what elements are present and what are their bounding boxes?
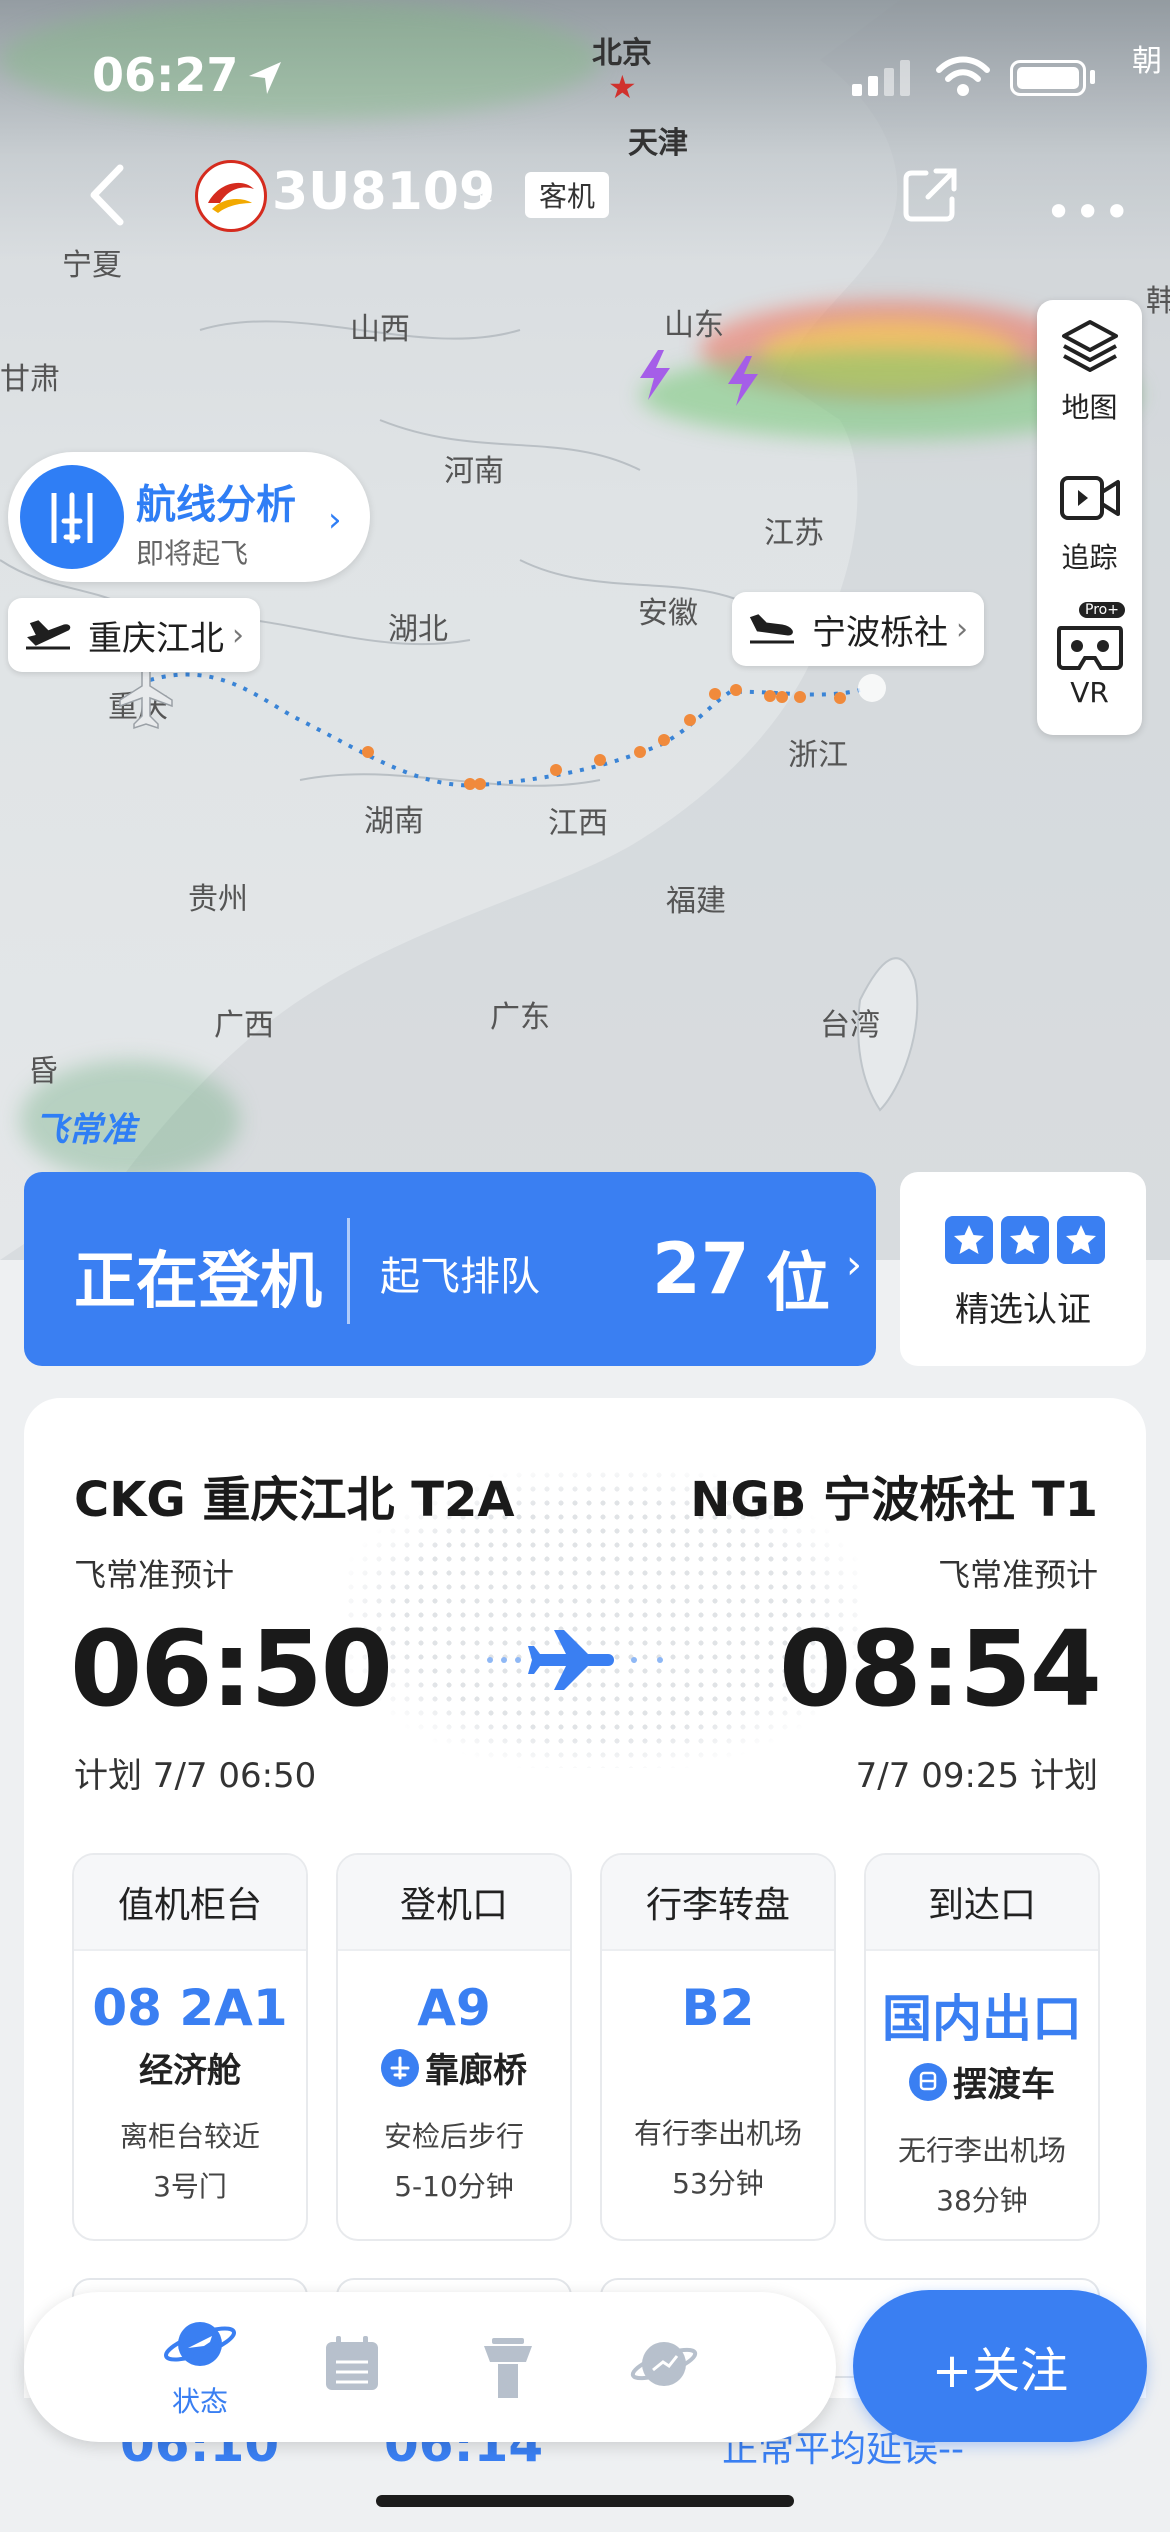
departure-airport[interactable]: CKG 重庆江北 T2A — [74, 1460, 515, 1530]
video-camera-icon — [1059, 476, 1120, 520]
arrival-time-source: 飞常准预计 — [937, 1556, 1098, 1594]
info-box-header: 值机柜台 — [74, 1855, 306, 1951]
info-note: 3号门 — [153, 2170, 227, 2203]
arrival-airport[interactable]: NGB 宁波栎社 T1 — [690, 1460, 1098, 1530]
location-arrow-icon — [249, 62, 281, 94]
chevron-right-icon: › — [956, 611, 968, 647]
arrival-exit-value: 国内出口 — [882, 1990, 1082, 2048]
track-label: 追踪 — [1061, 541, 1118, 574]
follow-button[interactable]: +关注 — [853, 2290, 1147, 2442]
tab-status-label: 状态 — [171, 2385, 228, 2418]
info-note: 5-10分钟 — [394, 2170, 514, 2203]
star-icon — [1001, 1216, 1049, 1264]
star-icon — [945, 1216, 993, 1264]
vr-button[interactable]: Pro+ VR — [1037, 602, 1142, 709]
boarding-status-banner[interactable]: 正在登机 起飞排队 27 位 › — [24, 1172, 876, 1366]
flight-status: 正在登机 — [74, 1244, 323, 1317]
pro-badge: Pro+ — [1079, 602, 1125, 618]
departure-tag-label: 重庆江北 — [88, 618, 224, 659]
airplane-icon — [487, 1630, 663, 1690]
gate-value: A9 — [417, 1979, 491, 2037]
info-box-header: 行李转盘 — [602, 1855, 834, 1951]
calendar-icon — [326, 2336, 378, 2390]
route-analysis-title: 航线分析 — [136, 482, 296, 528]
track-button[interactable]: 追踪 — [1037, 470, 1142, 576]
info-box-header: 到达口 — [866, 1855, 1098, 1951]
certification-card[interactable]: 精选认证 — [900, 1172, 1146, 1366]
baggage-carousel-box[interactable]: 行李转盘 B2 有行李出机场 53分钟 — [600, 1853, 836, 2241]
map-layers-label: 地图 — [1061, 391, 1118, 424]
info-note: 53分钟 — [672, 2167, 764, 2200]
checkin-counter-box[interactable]: 值机柜台 08 2A1 经济舱 离柜台较近 3号门 — [72, 1853, 308, 2241]
arrival-airport-tag[interactable]: 宁波栎社 › — [732, 592, 984, 666]
boarding-method: 靠廊桥 — [425, 2051, 527, 2091]
arrival-time: 08:54 — [778, 1608, 1102, 1730]
airline-logo — [195, 160, 267, 232]
map-layers-button[interactable]: 地图 — [1037, 316, 1142, 426]
arrival-plan: 7/7 09:25 计划 — [855, 1756, 1098, 1796]
share-button[interactable] — [900, 165, 960, 225]
info-note: 离柜台较近 — [119, 2120, 260, 2153]
rating-stars — [945, 1216, 1105, 1264]
status-time: 06:27 — [92, 48, 239, 102]
queue-label: 起飞排队 — [380, 1254, 540, 1300]
divider — [347, 1218, 350, 1324]
info-note: 有行李出机场 — [633, 2117, 802, 2150]
battery-tip — [1090, 70, 1095, 84]
route-analysis-subtitle: 即将起飞 — [136, 537, 249, 570]
takeoff-icon — [26, 620, 71, 650]
gate-box[interactable]: 登机口 A9 靠廊桥 安检后步行 5-10分钟 — [336, 1853, 572, 2241]
back-button[interactable] — [78, 160, 138, 230]
status-bar: 06:27 — [0, 0, 1170, 150]
flight-number[interactable]: 3U8109 — [272, 162, 495, 222]
jet-bridge-icon — [381, 2048, 419, 2087]
queue-unit: 位 — [766, 1247, 830, 1321]
tab-airport[interactable] — [448, 2334, 568, 2404]
planet-plane-icon — [163, 2322, 237, 2366]
departure-time: 06:50 — [70, 1608, 393, 1730]
info-note: 无行李出机场 — [897, 2134, 1066, 2167]
layers-icon — [1061, 320, 1118, 372]
cabin-class: 经济舱 — [139, 2051, 241, 2091]
baggage-carousel-value: B2 — [681, 1979, 755, 2037]
info-box-header: 登机口 — [338, 1855, 570, 1951]
planet-icon — [630, 2342, 698, 2386]
chevron-right-icon: › — [328, 500, 342, 540]
checkin-counter-value: 08 2A1 — [92, 1979, 288, 2037]
map-side-panel: 地图 追踪 Pro+ VR — [1037, 300, 1142, 735]
home-indicator — [376, 2495, 794, 2507]
route-analysis-chip[interactable]: 航线分析 即将起飞 › — [8, 452, 370, 582]
info-note: 安检后步行 — [383, 2120, 524, 2153]
control-tower-icon — [484, 2338, 532, 2398]
tab-status[interactable]: 状态 — [140, 2312, 260, 2420]
battery-icon — [1010, 60, 1086, 96]
flight-info-card: CKG 重庆江北 T2A NGB 宁波栎社 T1 飞常准预计 飞常准预计 06:… — [24, 1398, 1146, 2398]
departure-airport-tag[interactable]: 重庆江北 › — [8, 598, 260, 672]
queue-number: 27 — [652, 1228, 750, 1310]
tab-schedule[interactable] — [292, 2334, 412, 2398]
departure-time-source: 飞常准预计 — [74, 1556, 235, 1594]
arrival-exit-box[interactable]: 到达口 国内出口 摆渡车 无行李出机场 38分钟 — [864, 1853, 1100, 2241]
info-note: 38分钟 — [936, 2184, 1028, 2217]
arrival-tag-label: 宁波栎社 — [812, 612, 948, 653]
chevron-right-icon: › — [846, 1242, 862, 1288]
brand-watermark: 飞常准 — [34, 1110, 136, 1150]
tab-explore[interactable] — [604, 2334, 724, 2398]
certification-label: 精选认证 — [955, 1290, 1091, 1330]
caret-right-icon[interactable]: ▸ — [480, 185, 492, 213]
aircraft-type-badge: 客机 — [525, 172, 609, 218]
star-icon — [1057, 1216, 1105, 1264]
chevron-right-icon: › — [232, 617, 244, 653]
more-options-button[interactable]: ••• — [1045, 185, 1132, 239]
wifi-icon — [936, 56, 990, 96]
vr-label: VR — [1070, 676, 1109, 709]
landing-icon — [749, 614, 794, 644]
cellular-signal-icon — [852, 60, 910, 96]
transfer-method: 摆渡车 — [953, 2065, 1055, 2105]
shuttle-bus-icon — [909, 2062, 947, 2101]
vr-headset-icon — [1056, 626, 1123, 670]
route-analysis-icon — [20, 465, 124, 569]
departure-plan: 计划 7/7 06:50 — [74, 1756, 317, 1796]
bottom-tab-bar: 状态 — [24, 2292, 836, 2442]
